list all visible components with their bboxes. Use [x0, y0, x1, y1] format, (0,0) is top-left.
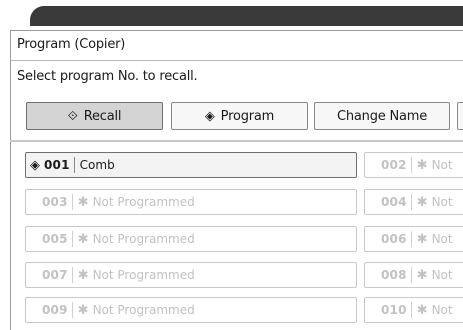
- program-name: Not Programmed: [92, 303, 195, 317]
- change-name-button-label: Change Name: [336, 108, 428, 124]
- program-number: 007: [42, 268, 68, 282]
- recall-button[interactable]: ⟐ Recall: [26, 102, 163, 130]
- program-slot-004[interactable]: 004 ✱ Not: [364, 189, 463, 215]
- program-slot-010[interactable]: 010 ✱ Not: [364, 297, 463, 323]
- program-slot-008[interactable]: 008 ✱ Not: [364, 262, 463, 288]
- asterisk-icon: ✱: [416, 157, 428, 173]
- program-number: 004: [381, 195, 407, 209]
- asterisk-icon: ✱: [416, 267, 428, 283]
- program-slot-003[interactable]: 003 ✱ Not Programmed: [25, 189, 357, 215]
- slot-divider: [71, 231, 73, 247]
- slot-divider: [71, 267, 73, 283]
- program-button[interactable]: ◈ Program: [171, 102, 308, 130]
- instruction-text: Select program No. to recall.: [17, 69, 198, 84]
- program-number: 002: [381, 158, 407, 172]
- program-number: 010: [381, 303, 407, 317]
- slot-divider: [410, 157, 412, 173]
- slot-divider: [73, 157, 75, 173]
- window-title: Program (Copier): [17, 37, 126, 52]
- program-number: 009: [42, 303, 68, 317]
- asterisk-icon: ✱: [77, 302, 89, 318]
- title-bar: [0, 0, 463, 26]
- slot-divider: [410, 267, 412, 283]
- program-name: Comb: [79, 158, 115, 172]
- program-name: Not: [431, 195, 453, 209]
- program-name: Not Programmed: [92, 268, 195, 282]
- program-slot-007[interactable]: 007 ✱ Not Programmed: [25, 262, 357, 288]
- asterisk-icon: ✱: [77, 231, 89, 247]
- program-slot-002[interactable]: 002 ✱ Not: [364, 152, 463, 178]
- window-title-row: Program (Copier): [10, 30, 463, 60]
- program-number: 006: [381, 232, 407, 246]
- asterisk-icon: ✱: [77, 267, 89, 283]
- program-slot-001[interactable]: ◈ 001 Comb: [25, 152, 357, 178]
- program-slot-005[interactable]: 005 ✱ Not Programmed: [25, 226, 357, 252]
- asterisk-icon: ✱: [416, 194, 428, 210]
- program-number: 003: [42, 195, 68, 209]
- header-tab-shape: [30, 6, 463, 26]
- slot-divider: [410, 194, 412, 210]
- program-name: Not Programmed: [92, 232, 195, 246]
- slot-divider: [71, 194, 73, 210]
- program-number: 001: [44, 158, 70, 172]
- diamond-icon: ◈: [30, 157, 40, 173]
- recall-button-label: Recall: [83, 108, 122, 124]
- program-name: Not: [431, 268, 453, 282]
- slot-divider: [410, 231, 412, 247]
- program-name: Not Programmed: [92, 195, 195, 209]
- asterisk-icon: ✱: [416, 231, 428, 247]
- program-slot-009[interactable]: 009 ✱ Not Programmed: [25, 297, 357, 323]
- asterisk-icon: ✱: [416, 302, 428, 318]
- program-name: Not: [431, 303, 453, 317]
- program-icon: ◈: [204, 108, 215, 124]
- change-name-button[interactable]: Change Name: [314, 102, 450, 130]
- slot-divider: [410, 302, 412, 318]
- slot-divider: [71, 302, 73, 318]
- asterisk-icon: ✱: [77, 194, 89, 210]
- instruction-row: Select program No. to recall.: [10, 60, 463, 92]
- program-button-label: Program: [220, 108, 275, 124]
- program-name: Not: [431, 158, 453, 172]
- program-number: 005: [42, 232, 68, 246]
- toolbar: ⟐ Recall ◈ Program Change Name: [10, 92, 463, 140]
- program-number: 008: [381, 268, 407, 282]
- next-toolbar-button[interactable]: [457, 102, 463, 130]
- recall-icon: ⟐: [67, 108, 78, 124]
- program-slot-006[interactable]: 006 ✱ Not: [364, 226, 463, 252]
- program-name: Not: [431, 232, 453, 246]
